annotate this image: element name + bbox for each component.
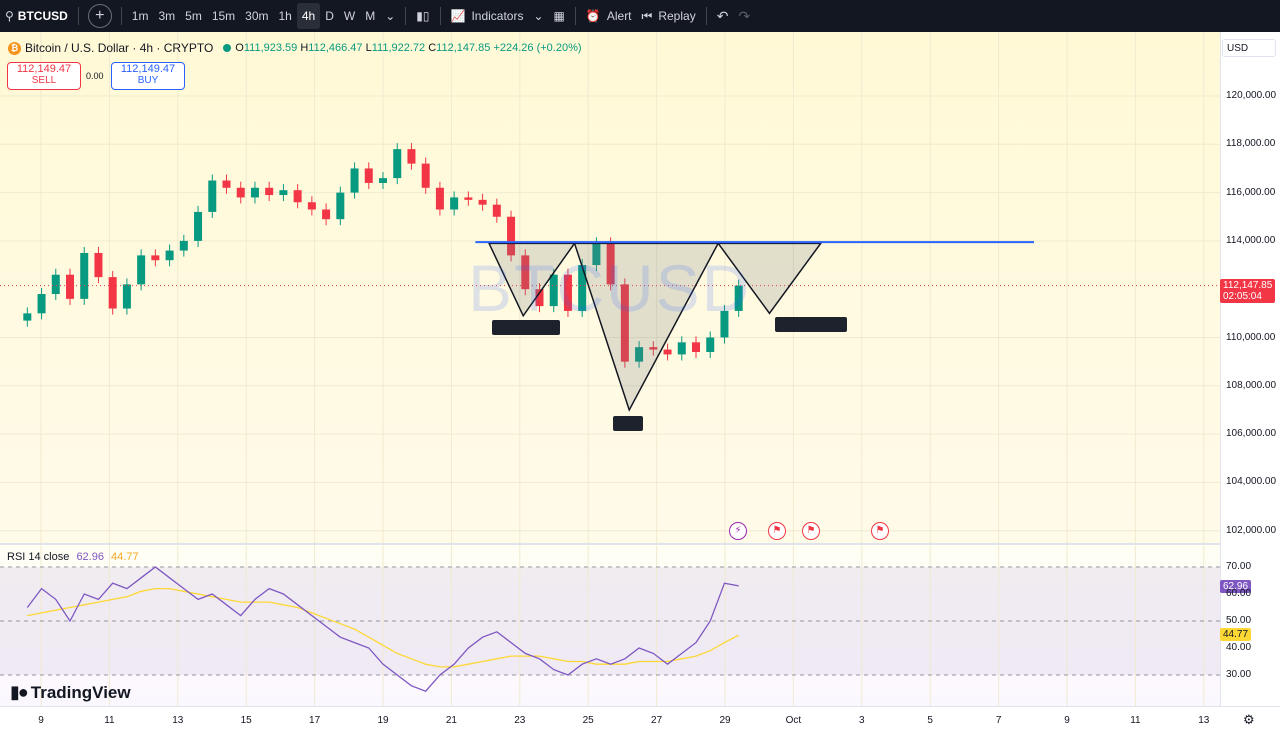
price-axis-label: 102,000.00 — [1226, 524, 1277, 536]
us-flag-event-icon[interactable]: ⚑ — [871, 522, 889, 540]
buy-button[interactable]: 112,149.47 BUY — [111, 62, 185, 90]
price-axis-label: 116,000.00 — [1226, 186, 1276, 198]
rsi-axis-label: 30.00 — [1226, 669, 1252, 680]
candle-body — [122, 284, 131, 309]
candle-body — [364, 168, 373, 183]
rsi-ma-value: 44.77 — [111, 551, 139, 563]
last-price-tag: 112,147.85 02:05:04 — [1220, 279, 1276, 303]
sell-label: SELL — [31, 75, 57, 86]
candle-body — [322, 209, 331, 220]
left-shoulder-label[interactable]: Left Shoulder — [492, 320, 560, 335]
symbol-watermark: BTCUSD — [468, 251, 752, 325]
candle-body — [137, 255, 146, 285]
rsi-ma-tag: 44.77 — [1220, 628, 1252, 641]
sell-button[interactable]: 112,149.47 SELL — [7, 62, 81, 90]
candle-body — [37, 294, 46, 314]
open-value: 111,923.59 — [243, 42, 298, 54]
sell-price: 112,149.47 — [16, 63, 72, 75]
candle-body — [94, 252, 103, 278]
price-axis-label: 120,000.00 — [1226, 90, 1277, 101]
lightning-event-icon[interactable]: ⚡ — [729, 522, 747, 540]
candle-body — [250, 187, 259, 198]
currency-selector[interactable]: USD — [1222, 39, 1276, 57]
gear-icon[interactable]: ⚙ — [1243, 712, 1255, 728]
right-shoulder-label[interactable]: Right Shoulder — [775, 317, 847, 332]
candle-body — [421, 163, 430, 188]
buy-label: BUY — [137, 75, 159, 86]
candle-body — [23, 313, 32, 321]
rsi-legend: RSI 14 close 62.96 44.77 — [7, 551, 139, 563]
candle-body — [691, 342, 700, 352]
candle-body — [307, 202, 316, 210]
ohlc-values: O111,923.59 H112,466.47 L111,922.72 C112… — [235, 42, 582, 54]
candle-body — [379, 178, 387, 183]
candle-body — [51, 274, 60, 295]
head-label[interactable]: Head — [613, 416, 643, 431]
high-value: 112,466.47 — [308, 42, 363, 54]
price-axis-label: 108,000.00 — [1226, 379, 1277, 391]
bar-countdown: 02:05:04 — [1223, 291, 1262, 302]
candle-body — [677, 342, 686, 355]
status-dot-icon — [223, 44, 232, 52]
tv-logo-icon: ▮● — [10, 682, 29, 702]
candle-body — [393, 149, 402, 179]
chart-canvas — [0, 32, 1220, 706]
candle-body — [208, 180, 217, 212]
change-value: +224.26 (+0.20%) — [493, 42, 582, 54]
currency-label: USD — [1227, 43, 1249, 54]
candle-body — [293, 190, 302, 203]
close-value: 112,147.85 — [436, 42, 491, 54]
candle-body — [194, 211, 203, 241]
us-flag-event-icon[interactable]: ⚑ — [768, 522, 786, 540]
candle-body — [450, 197, 459, 210]
last-price-value: 112,147.85 — [1223, 280, 1273, 291]
low-value: 111,922.72 — [371, 42, 426, 54]
price-axis-label: 114,000.00 — [1226, 234, 1276, 246]
candle-body — [80, 252, 89, 299]
candle-body — [66, 274, 75, 299]
candle-body — [265, 187, 274, 196]
candle-body — [108, 277, 117, 309]
buy-price: 112,149.47 — [120, 63, 176, 75]
us-flag-event-icon[interactable]: ⚑ — [802, 522, 820, 540]
price-axis-label: 106,000.00 — [1226, 428, 1277, 440]
tradingview-logo[interactable]: ▮● TradingView — [10, 682, 131, 703]
bitcoin-icon: ₿ — [8, 41, 21, 55]
candle-body — [706, 337, 715, 352]
candle-body — [222, 180, 231, 188]
candle-body — [492, 204, 501, 217]
candle-body — [165, 250, 174, 261]
rsi-label: RSI 14 close — [7, 551, 70, 563]
candle-body — [350, 168, 359, 193]
candle-body — [407, 149, 416, 164]
rsi-axis-label: 50.00 — [1226, 615, 1252, 626]
candle-body — [279, 190, 288, 196]
logo-text: TradingView — [30, 682, 131, 702]
price-axis-label: 110,000.00 — [1226, 331, 1276, 343]
candle-body — [478, 199, 487, 205]
candle-body — [336, 192, 345, 220]
rsi-axis-label: 40.00 — [1226, 642, 1252, 653]
price-axis-label: 104,000.00 — [1226, 476, 1277, 488]
rsi-axis-label: 70.00 — [1226, 561, 1252, 572]
candle-body — [236, 187, 245, 198]
rsi-value: 62.96 — [76, 551, 104, 563]
candle-body — [464, 197, 473, 200]
candle-body — [179, 240, 188, 251]
symbol-title: Bitcoin / U.S. Dollar · 4h · CRYPTO — [25, 41, 214, 55]
price-axis-label: 118,000.00 — [1226, 138, 1276, 150]
spread-value: 0.00 — [86, 71, 104, 81]
candle-body — [151, 255, 160, 261]
rsi-axis-label: 60.00 — [1226, 588, 1252, 599]
candle-body — [435, 187, 444, 210]
chart-legend: ₿ Bitcoin / U.S. Dollar · 4h · CRYPTO O1… — [8, 41, 582, 55]
candle-body — [663, 349, 672, 355]
